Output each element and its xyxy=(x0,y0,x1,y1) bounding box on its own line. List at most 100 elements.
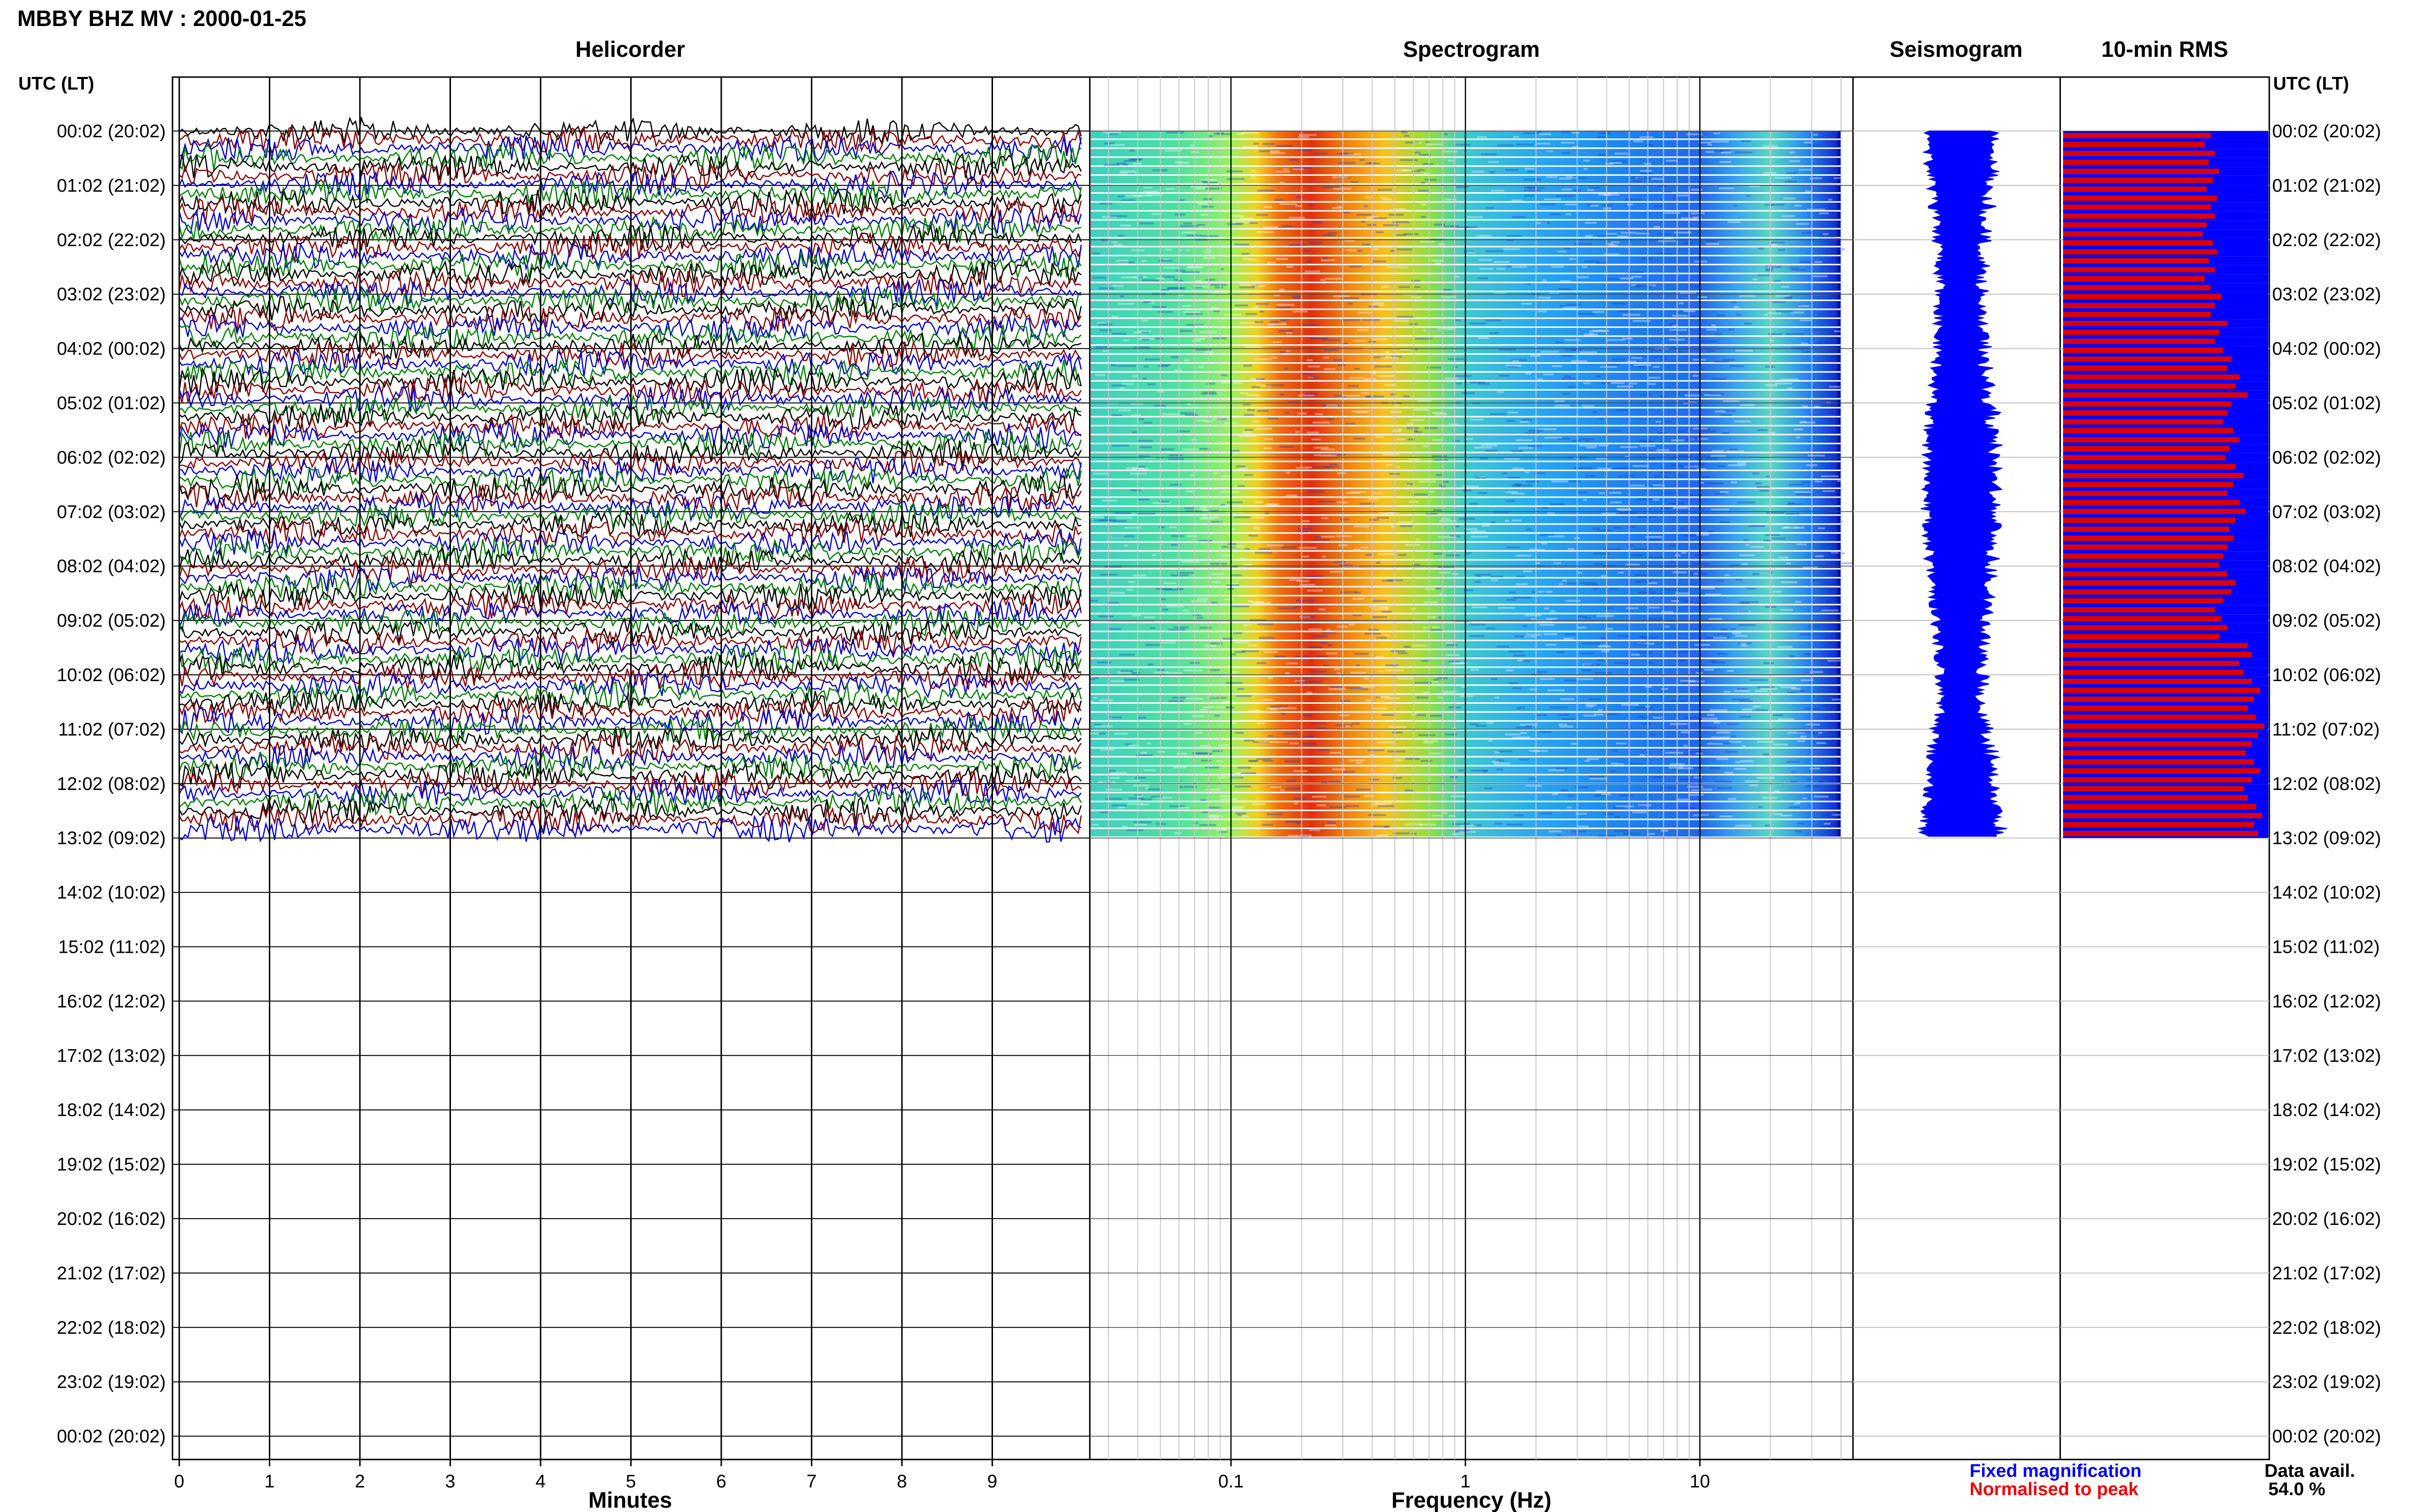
spectrogram-speckle xyxy=(1812,329,1829,331)
spectrogram-speckle xyxy=(1174,832,1181,834)
spectrogram-speckle xyxy=(1285,350,1291,353)
spectrogram-speckle xyxy=(1505,169,1519,171)
rms-bar-normalised xyxy=(2063,374,2240,380)
time-tick-label-right: 00:02 (20:02) xyxy=(2272,1427,2381,1447)
time-header-left: UTC (LT) xyxy=(18,74,94,94)
spectrogram-speckle xyxy=(1617,571,1624,574)
spectrogram-speckle xyxy=(1337,625,1348,628)
spectrogram-speckle xyxy=(1713,132,1720,134)
spectrogram-speckle xyxy=(1338,364,1346,367)
spectrogram-speckle xyxy=(1237,132,1245,135)
rms-bar-normalised xyxy=(2063,195,2217,201)
spectrogram-speckle xyxy=(1344,795,1360,798)
spectrogram-speckle xyxy=(1785,513,1800,515)
spectrogram-speckle xyxy=(1244,474,1253,476)
spectrogram-speckle xyxy=(1614,662,1631,664)
minutes-tick-label: 4 xyxy=(535,1472,545,1492)
minutes-tick-label: 2 xyxy=(355,1472,365,1492)
spectrogram-speckle xyxy=(1763,172,1776,174)
spectrogram-speckle xyxy=(1578,491,1587,494)
spectrogram-speckle xyxy=(1774,177,1791,179)
rms-bar-normalised xyxy=(2063,795,2248,801)
spectrogram-speckle xyxy=(1755,482,1762,485)
time-tick-label-right: 20:02 (16:02) xyxy=(2272,1209,2381,1229)
spectrogram-speckle xyxy=(1773,743,1788,746)
spectrogram-speckle xyxy=(1771,241,1785,244)
spectrogram-speckle xyxy=(1435,413,1448,416)
spectrogram-speckle xyxy=(1376,696,1380,698)
spectrogram-speckle xyxy=(1656,421,1661,423)
spectrogram-speckle xyxy=(1423,172,1430,174)
spectrogram-speckle xyxy=(1368,605,1379,608)
spectrogram-speckle xyxy=(1554,400,1564,402)
spectrogram-speckle xyxy=(1495,822,1502,825)
spectrogram-speckle xyxy=(1165,188,1176,190)
spectrogram-speckle xyxy=(1690,751,1703,753)
spectrogram-speckle xyxy=(1385,351,1390,354)
spectrogram-speckle xyxy=(1774,382,1792,385)
spectrogram-speckle xyxy=(1200,745,1211,747)
spectrogram-speckle xyxy=(1199,709,1207,711)
spectrogram-speckle xyxy=(1132,375,1138,377)
spectrogram-speckle xyxy=(1184,669,1202,671)
spectrogram-speckle xyxy=(1557,834,1574,837)
spectrogram-speckle xyxy=(1248,600,1253,602)
spectrogram-speckle xyxy=(1411,832,1417,835)
rms-bar-normalised xyxy=(2063,410,2227,416)
spectrogram-speckle xyxy=(1741,644,1747,647)
spectrogram-speckle xyxy=(1329,806,1347,808)
data-availability-value: 54.0 % xyxy=(2268,1479,2325,1499)
spectrogram-speckle xyxy=(1796,436,1800,439)
spectrogram-speckle xyxy=(1180,225,1199,227)
spectrogram-speckle xyxy=(1681,242,1694,245)
spectrogram-speckle xyxy=(1773,714,1784,716)
spectrogram-speckle xyxy=(1815,555,1824,557)
rms-bar-normalised xyxy=(2063,535,2234,541)
spectrogram-speckle xyxy=(1123,339,1129,342)
spectrogram-speckle xyxy=(1220,374,1228,377)
spectrogram-speckle xyxy=(1640,754,1645,756)
seismic-summary-figure: MBBY BHZ MV : 2000-01-25 Helicorder Spec… xyxy=(17,6,2381,1512)
spectrogram-speckle xyxy=(1495,751,1500,754)
spectrogram-speckle xyxy=(1541,222,1550,224)
spectrogram-speckle xyxy=(1397,677,1414,680)
spectrogram-speckle xyxy=(1308,365,1321,368)
rms-bar-normalised xyxy=(2063,768,2260,774)
spectrogram-speckle xyxy=(1114,733,1128,735)
spectrogram-speckle xyxy=(1728,798,1736,800)
spectrogram-speckle xyxy=(1512,687,1522,689)
spectrogram-speckle xyxy=(1446,642,1453,644)
spectrogram-speckle xyxy=(1791,269,1806,271)
spectrogram-speckle xyxy=(1334,668,1340,671)
spectrogram-speckle xyxy=(1294,167,1311,169)
spectrogram-speckle xyxy=(1715,780,1733,783)
spectrogram-speckle xyxy=(1256,758,1271,761)
spectrogram-speckle xyxy=(1589,330,1607,332)
spectrogram-speckle xyxy=(1496,144,1514,146)
spectrogram-speckle xyxy=(1812,275,1828,277)
spectrogram-speckle xyxy=(1653,366,1660,368)
spectrogram-speckle xyxy=(1284,672,1290,674)
spectrogram-speckle xyxy=(1246,394,1260,396)
spectrogram-speckle xyxy=(1201,235,1219,237)
spectrogram-speckle xyxy=(1606,339,1625,341)
spectrogram-speckle xyxy=(1380,356,1399,359)
spectrogram-speckle xyxy=(1194,338,1206,340)
spectrogram-speckle xyxy=(1750,546,1764,548)
spectrogram-speckle xyxy=(1531,618,1535,620)
spectrogram-speckle xyxy=(1183,311,1201,314)
spectrogram-speckle xyxy=(1653,484,1665,486)
spectrogram-speckle xyxy=(1210,284,1227,286)
spectrogram-speckle xyxy=(1767,312,1782,315)
spectrogram-speckle xyxy=(1203,198,1213,200)
spectrogram-speckle xyxy=(1800,690,1806,692)
spectrogram-speckle xyxy=(1772,537,1786,539)
spectrogram-speckle xyxy=(1337,501,1348,504)
spectrogram-speckle xyxy=(1706,350,1716,352)
spectrogram-speckle xyxy=(1790,780,1798,783)
spectrogram-speckle xyxy=(1270,152,1285,154)
rms-bar-normalised xyxy=(2063,159,2209,165)
spectrogram-speckle xyxy=(1814,405,1820,408)
spectrogram-speckle xyxy=(1197,598,1208,600)
spectrogram-speckle xyxy=(1649,349,1663,352)
